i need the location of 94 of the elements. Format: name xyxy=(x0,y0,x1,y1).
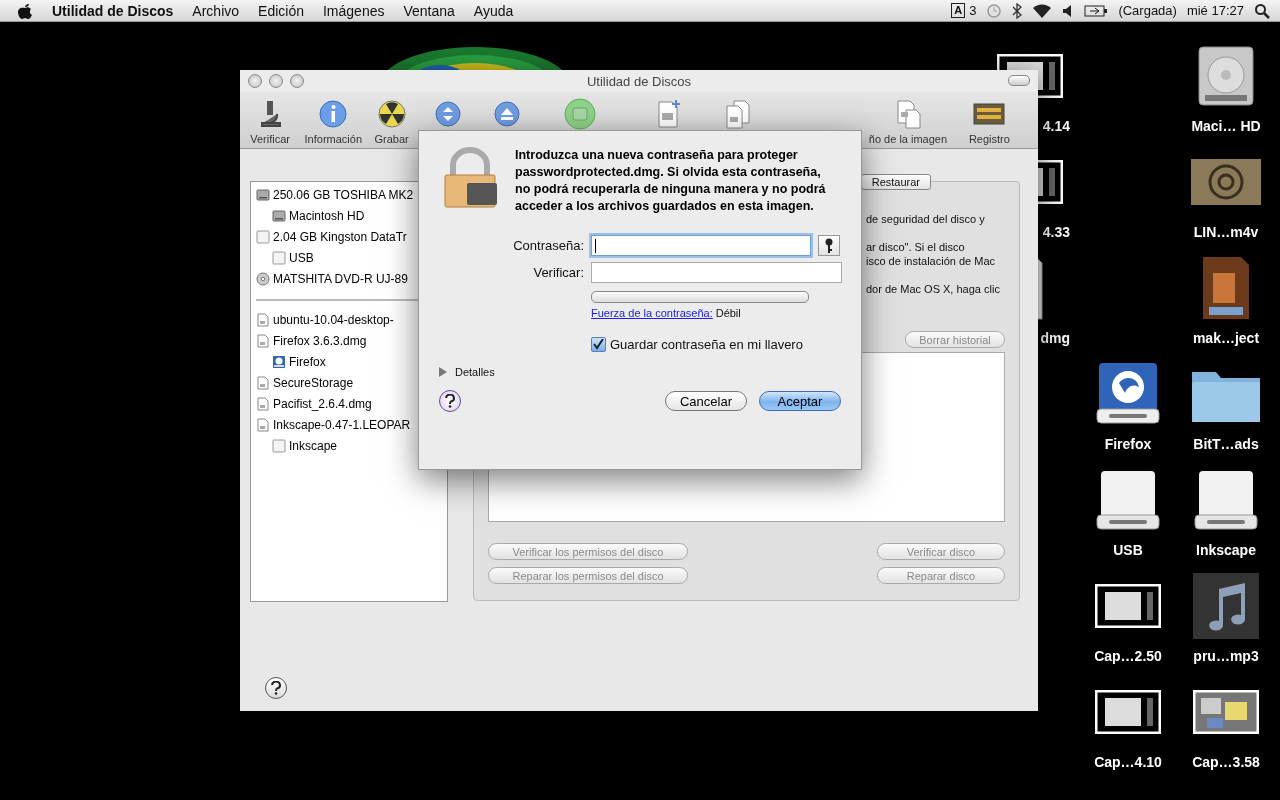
help-text: ar disco". Si el disco isco de instalación de Mac xyxy=(866,240,996,268)
disk-list-item[interactable]: Pacifist_2.6.4.dmg xyxy=(273,396,372,411)
menu-item[interactable]: Ayuda xyxy=(473,2,514,19)
window-title: Utilidad de Discos xyxy=(586,73,691,89)
desktop-icon-label[interactable]: Cap…2.50 xyxy=(1094,648,1162,664)
checkbox[interactable] xyxy=(591,337,606,352)
disk-list-item[interactable]: MATSHITA DVD-R UJ-89 xyxy=(273,271,408,286)
screenshot-icon xyxy=(1095,584,1161,628)
screenshot-icon xyxy=(1095,690,1161,734)
question-mark-icon xyxy=(270,681,282,695)
desktop-icon-label[interactable]: Inkscape xyxy=(1196,542,1256,558)
desktop-icon-label[interactable]: pru…mp3 xyxy=(1193,648,1259,664)
default-button[interactable]: Aceptar xyxy=(759,391,841,411)
close-button[interactable] xyxy=(248,74,262,88)
screenshot-icon xyxy=(1193,690,1259,734)
desktop-icon-label[interactable]: Firefox xyxy=(1104,436,1152,452)
desktop-icon-label[interactable]: Cap…3.58 xyxy=(1192,754,1260,770)
help-button[interactable] xyxy=(439,390,461,412)
desktop-icon-label[interactable]: Cap…4.10 xyxy=(1094,754,1162,770)
desktop-icon-label[interactable]: mak…ject xyxy=(1192,330,1260,346)
menu-item[interactable]: Imágenes xyxy=(322,2,385,19)
file-icon xyxy=(256,312,270,327)
radiation-icon xyxy=(375,98,408,130)
help-button[interactable] xyxy=(265,677,287,699)
file-icon xyxy=(256,333,270,348)
help-text: dor de Mac OS X, haga clic xyxy=(866,282,1001,296)
info-icon xyxy=(317,98,350,130)
bluetooth-icon[interactable] xyxy=(1012,2,1023,19)
disk-list-item[interactable]: ubuntu-10.04-desktop- xyxy=(273,312,394,327)
disk-list-item[interactable]: 2.04 GB Kingston DataTr xyxy=(273,229,407,244)
drive-icon xyxy=(272,250,286,265)
toolbar-button[interactable]: ño de la imagen xyxy=(868,98,948,145)
disk-list-item[interactable]: Inkscape-0.47-1.LEOPAR xyxy=(273,417,411,432)
tab[interactable]: Restaurar xyxy=(860,174,931,190)
disk-list-item[interactable]: SecureStorage xyxy=(273,375,354,390)
key-icon xyxy=(824,237,834,254)
question-mark-icon xyxy=(444,394,456,408)
status-text: 3 xyxy=(969,3,977,18)
toolbar-button[interactable]: Registro xyxy=(968,98,1010,145)
input-badge: A xyxy=(951,3,966,18)
music-note-icon xyxy=(1193,573,1259,639)
toolbar-button[interactable]: Información xyxy=(304,98,363,145)
toolbar-button[interactable]: Grabar xyxy=(374,98,409,145)
desktop-icon-label[interactable]: LIN…m4v xyxy=(1193,224,1259,240)
field-label: Verificar: xyxy=(532,265,584,280)
menu-item[interactable]: Archivo xyxy=(192,2,240,19)
disk-list-item[interactable]: Firefox 3.6.3.dmg xyxy=(273,333,367,348)
apple-logo-icon[interactable] xyxy=(18,2,32,19)
disk-list-item[interactable]: Firefox xyxy=(289,354,326,369)
firefox-drive-icon xyxy=(272,354,286,369)
menu-item[interactable]: Ventana xyxy=(403,2,455,19)
file-icon xyxy=(256,396,270,411)
zoom-button[interactable] xyxy=(290,74,304,88)
menu-item[interactable]: Edición xyxy=(258,2,304,19)
drive-icon xyxy=(256,229,270,244)
disk-list-item[interactable]: 250.06 GB TOSHIBA MK2 xyxy=(273,187,414,202)
strength-link[interactable]: Fuerza de la contraseña: xyxy=(591,307,713,319)
status-text: mié 17:27 xyxy=(1186,3,1244,18)
minimize-button[interactable] xyxy=(269,74,283,88)
drive-icon xyxy=(564,98,597,130)
toolbar-button[interactable]: Verificar xyxy=(250,98,290,145)
search-icon[interactable] xyxy=(1254,2,1270,19)
disk-list-item[interactable]: Macintosh HD xyxy=(289,208,365,223)
disk-list-item[interactable]: Inkscape xyxy=(289,438,338,453)
field-label: Contraseña: xyxy=(512,238,584,253)
disclosure-label: Detalles xyxy=(455,366,495,378)
file-icon xyxy=(256,417,270,432)
toolbar-toggle-button[interactable] xyxy=(1008,75,1030,86)
desktop-icon-label[interactable]: dmg xyxy=(1040,330,1070,346)
strength-value: Débil xyxy=(715,307,741,319)
disc-icon xyxy=(256,271,270,286)
help-text: de seguridad del disco y xyxy=(866,212,986,226)
desktop-icon-label[interactable]: 4.33 xyxy=(1042,224,1070,240)
desktop-icon-label[interactable]: Maci… HD xyxy=(1191,118,1261,134)
dialog-message: Introduzca una nueva contraseña para proteger passwordprotected.dmg. Si olvida esta contraseña, no podrá recuperarla de ninguna manera y no podrá acceder a los archivos guardados en esta imagen. xyxy=(515,147,827,215)
disclosure-triangle[interactable] xyxy=(439,367,447,377)
status-text: (Cargada) xyxy=(1118,3,1177,18)
checkbox-label: Guardar contraseña en mi llavero xyxy=(610,337,803,352)
firefox-drive-icon xyxy=(1095,361,1161,427)
desktop-icon-label[interactable]: BitT…ads xyxy=(1193,436,1259,452)
key-button[interactable] xyxy=(818,235,840,256)
desktop-icon-label[interactable]: USB xyxy=(1113,542,1143,558)
dialog-button[interactable]: Cancelar xyxy=(665,391,747,411)
app-menu[interactable]: Utilidad de Discos xyxy=(52,2,174,19)
password-field[interactable] xyxy=(591,235,811,256)
desktop-icon-label[interactable]: 4.14 xyxy=(1042,118,1070,134)
drive-icon xyxy=(272,438,286,453)
verify-field[interactable] xyxy=(591,262,842,283)
file-icon xyxy=(256,375,270,390)
battery-icon[interactable] xyxy=(1084,3,1109,18)
document-icon xyxy=(1201,255,1251,321)
video-icon xyxy=(1191,159,1261,205)
disk-list-item[interactable]: USB xyxy=(289,250,314,265)
wifi-icon[interactable] xyxy=(1032,2,1053,19)
